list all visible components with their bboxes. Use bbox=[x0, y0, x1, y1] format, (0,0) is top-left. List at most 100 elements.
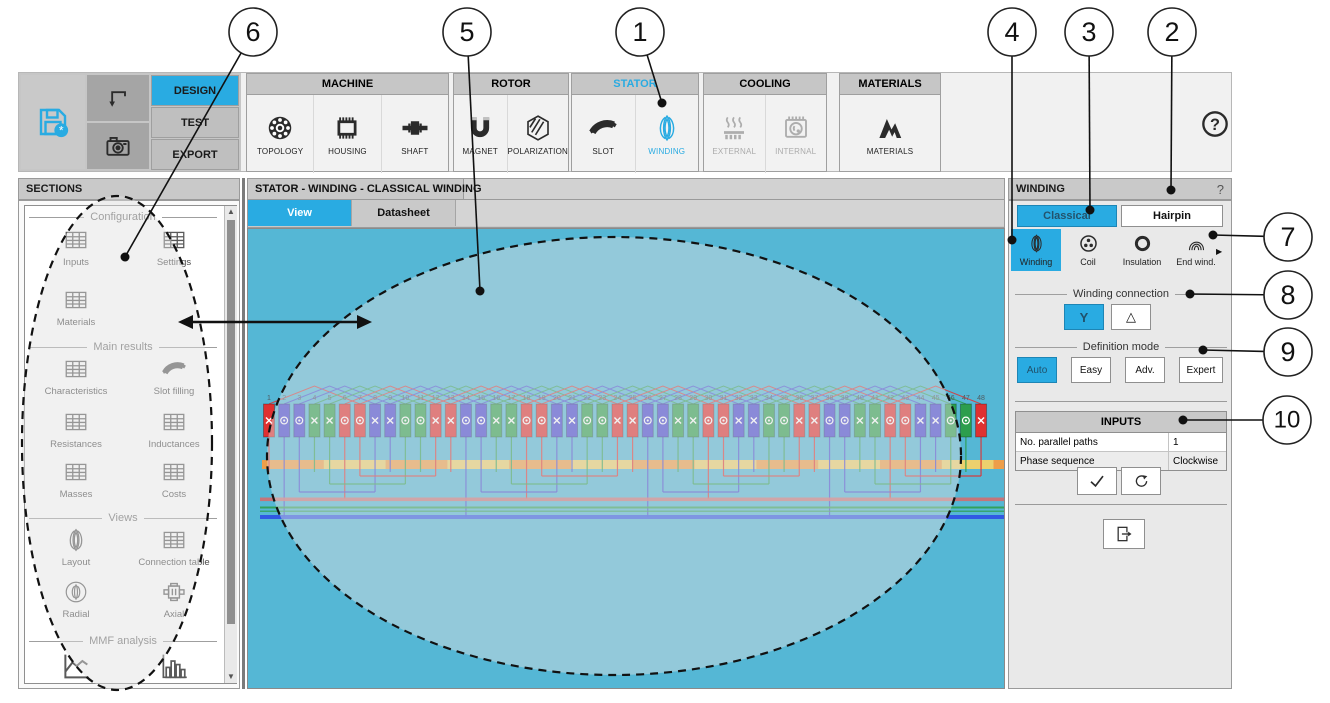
sidebar-item-connection-table[interactable]: Connection table bbox=[126, 527, 222, 568]
winding-subtab-insulation[interactable]: Insulation bbox=[1115, 229, 1169, 271]
sidebar-item-masses[interactable]: Masses bbox=[28, 459, 124, 500]
view-tab-datasheet[interactable]: Datasheet bbox=[352, 200, 456, 226]
sidebar-item-label: Characteristics bbox=[45, 386, 108, 397]
winding-type-tab-hairpin[interactable]: Hairpin bbox=[1121, 205, 1223, 227]
reset-button[interactable] bbox=[1121, 467, 1161, 495]
definition-mode-easy[interactable]: Easy bbox=[1071, 357, 1111, 383]
winding-outline-icon bbox=[1026, 233, 1047, 254]
screenshot-button[interactable] bbox=[87, 123, 149, 169]
sections-panel: ▲▼ConfigurationInputsSettingsMaterialsMa… bbox=[18, 200, 240, 689]
shaft-icon bbox=[400, 113, 430, 143]
svg-text:16: 16 bbox=[492, 395, 500, 402]
sidebar-item-bar-chart-icon[interactable] bbox=[126, 649, 222, 683]
toolbar-item-magnet[interactable]: MAGNET bbox=[454, 95, 508, 173]
sidebar-item-layout[interactable]: Layout bbox=[28, 527, 124, 568]
toolbar-item-topology[interactable]: TOPOLOGY bbox=[247, 95, 314, 173]
sidebar-item-line-chart-icon[interactable] bbox=[28, 649, 124, 683]
callout-circle-2 bbox=[1148, 8, 1196, 56]
sections-panel-header: SECTIONS bbox=[18, 178, 240, 200]
svg-text:28: 28 bbox=[674, 395, 682, 402]
winding-panel-help[interactable]: ? bbox=[1217, 182, 1224, 197]
connection-delta-button[interactable]: △ bbox=[1111, 304, 1151, 330]
table-icon bbox=[161, 409, 187, 435]
winding-diagram: 1234567891011121314151617181920212223242… bbox=[248, 229, 1005, 689]
toolbar-group-title: MACHINE bbox=[247, 74, 448, 95]
winding-slot: 18 bbox=[521, 395, 532, 437]
winding-slot: 43 bbox=[900, 395, 911, 437]
svg-text:34: 34 bbox=[765, 395, 773, 402]
winding-slot: 39 bbox=[839, 395, 850, 437]
toolbar-item-label: MATERIALS bbox=[867, 147, 914, 156]
end-winding-icon bbox=[1186, 233, 1207, 254]
winding-slot: 40 bbox=[854, 395, 865, 437]
sections-separator: Main results bbox=[29, 341, 217, 353]
sidebar-item-resistances[interactable]: Resistances bbox=[28, 409, 124, 450]
sidebar-item-materials[interactable]: Materials bbox=[28, 287, 124, 328]
toolbar-item-label: POLARIZATION bbox=[508, 147, 568, 156]
winding-view-canvas[interactable]: 1234567891011121314151617181920212223242… bbox=[247, 228, 1005, 689]
svg-text:27: 27 bbox=[659, 395, 667, 402]
slot-icon bbox=[161, 356, 187, 382]
help-button[interactable]: ? bbox=[1201, 110, 1229, 138]
winding-slot: 36 bbox=[794, 395, 805, 437]
svg-text:18: 18 bbox=[523, 395, 531, 402]
winding-slot: 38 bbox=[824, 395, 835, 437]
toolbar-item-materials[interactable]: MATERIALS bbox=[840, 95, 940, 173]
bar-chart-icon bbox=[157, 649, 191, 683]
svg-text:7: 7 bbox=[358, 395, 362, 402]
winding-slot: 1 bbox=[264, 395, 275, 437]
sidebar-item-characteristics[interactable]: Characteristics bbox=[28, 356, 124, 397]
sidebar-item-inputs[interactable]: Inputs bbox=[28, 227, 124, 268]
view-tab-view[interactable]: View bbox=[248, 200, 352, 226]
sidebar-item-axial[interactable]: Axial bbox=[126, 579, 222, 620]
sidebar-item-radial[interactable]: Radial bbox=[28, 579, 124, 620]
export-button[interactable] bbox=[1103, 519, 1145, 549]
svg-text:35: 35 bbox=[780, 395, 788, 402]
callout-circle-4 bbox=[988, 8, 1036, 56]
sidebar-item-inductances[interactable]: Inductances bbox=[126, 409, 222, 450]
sidebar-item-label: Settings bbox=[157, 257, 191, 268]
table-icon bbox=[161, 459, 187, 485]
toolbar-item-winding[interactable]: WINDING bbox=[636, 95, 699, 173]
winding-subtab-winding[interactable]: Winding bbox=[1011, 229, 1061, 271]
mode-tab-design[interactable]: DESIGN bbox=[151, 75, 239, 106]
svg-text:22: 22 bbox=[583, 395, 591, 402]
definition-mode-auto[interactable]: Auto bbox=[1017, 357, 1057, 383]
toolbar-item-slot[interactable]: SLOT bbox=[572, 95, 636, 173]
undo-button[interactable] bbox=[87, 75, 149, 121]
scroll-thumb[interactable] bbox=[227, 220, 235, 624]
apply-button[interactable] bbox=[1077, 467, 1117, 495]
panel-splitter[interactable] bbox=[242, 178, 245, 689]
inputs-table: INPUTSNo. parallel paths1Phase sequenceC… bbox=[1015, 411, 1227, 471]
connection-wye-button[interactable]: Y bbox=[1064, 304, 1104, 330]
sidebar-item-costs[interactable]: Costs bbox=[126, 459, 222, 500]
toolbar-item-housing[interactable]: HOUSING bbox=[314, 95, 381, 173]
winding-subtab-end-wind-[interactable]: End wind. bbox=[1169, 229, 1223, 271]
sidebar-item-settings[interactable]: Settings bbox=[126, 227, 222, 268]
input-value[interactable]: Clockwise bbox=[1169, 452, 1226, 470]
scroll-down-arrow[interactable]: ▼ bbox=[225, 671, 237, 683]
svg-text:40: 40 bbox=[856, 395, 864, 402]
file-button-cluster: * DESIGNTESTEXPORT bbox=[19, 73, 241, 171]
callout-number-7: 7 bbox=[1280, 222, 1295, 252]
more-subtabs-arrow-icon[interactable]: ▶ bbox=[1216, 247, 1228, 259]
toolbar-item-polarization[interactable]: POLARIZATION bbox=[508, 95, 568, 173]
winding-slot: 44 bbox=[915, 395, 926, 437]
scroll-up-arrow[interactable]: ▲ bbox=[225, 206, 237, 218]
svg-text:46: 46 bbox=[947, 395, 955, 402]
input-value[interactable]: 1 bbox=[1169, 433, 1226, 451]
mode-tab-test[interactable]: TEST bbox=[151, 107, 239, 138]
definition-mode-adv[interactable]: Adv. bbox=[1125, 357, 1165, 383]
magnet-icon bbox=[465, 113, 495, 143]
sidebar-item-slot-filling[interactable]: Slot filling bbox=[126, 356, 222, 397]
mode-tab-export[interactable]: EXPORT bbox=[151, 139, 239, 170]
save-button[interactable]: * bbox=[21, 75, 85, 169]
winding-slot: 5 bbox=[324, 395, 335, 437]
definition-mode-expert[interactable]: Expert bbox=[1179, 357, 1223, 383]
winding-subtab-coil[interactable]: Coil bbox=[1063, 229, 1113, 271]
sections-scrollbar[interactable]: ▲▼ bbox=[224, 206, 237, 683]
table-icon bbox=[63, 356, 89, 382]
winding-slot: 4 bbox=[309, 395, 320, 437]
toolbar-item-shaft[interactable]: SHAFT bbox=[382, 95, 448, 173]
winding-type-tab-classical[interactable]: Classical bbox=[1017, 205, 1117, 227]
